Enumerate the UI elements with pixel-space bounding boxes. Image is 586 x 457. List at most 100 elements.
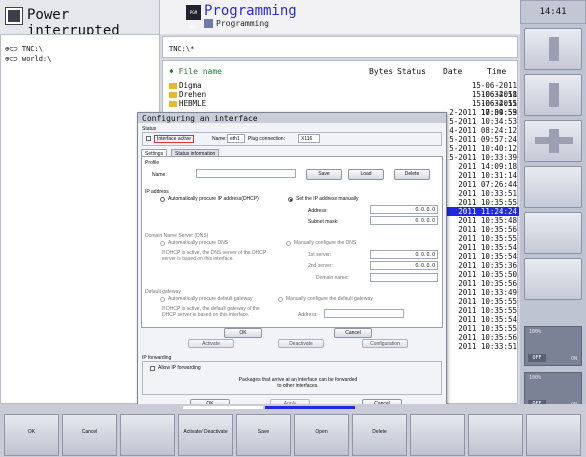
tree-item-label: world:\ <box>21 55 52 63</box>
softkey-bar: OK Cancel Activate/ Deactivate Save Open Dele… <box>0 404 586 457</box>
axis-icon <box>549 129 559 153</box>
gateway-auto-label: Automatically procure default gateway <box>168 296 253 302</box>
folder-icon <box>169 101 177 107</box>
deactivate-button[interactable]: Deactivate <box>278 339 324 348</box>
softkey-ok[interactable]: OK <box>4 414 59 456</box>
subnet-mask-label: Subnet mask: <box>308 219 339 225</box>
domain-name-field[interactable] <box>370 273 438 282</box>
softkey-row-indicator-2 <box>183 406 263 409</box>
softkey-blank-4[interactable] <box>526 414 581 456</box>
off-label: OFF <box>528 354 546 362</box>
file-row[interactable]: Drehen 15-06-2011 10:34:55 <box>163 90 519 108</box>
file-name-label: HEBMLE <box>179 99 207 108</box>
gateway-manual-radio[interactable] <box>278 297 283 302</box>
dns-server2-field[interactable]: 0. 0. 0. 0 <box>370 261 438 270</box>
file-name: Digma <box>169 81 202 90</box>
side-softkey-1[interactable] <box>524 28 582 70</box>
directory-tree[interactable]: ⊕⊂⊃ TNC:\ ⊕⊂⊃ world:\ <box>0 34 160 404</box>
ip-manual-label: Set the IP address manually <box>296 196 359 202</box>
softkey-blank-3[interactable] <box>468 414 523 456</box>
profile-name-field[interactable] <box>196 169 296 178</box>
allow-ip-forwarding-checkbox[interactable] <box>150 366 155 371</box>
softkey-activate-deactivate[interactable]: Activate/ Deactivate <box>178 414 233 456</box>
ip-forwarding-note: Packages that arrive at an interface can… <box>238 377 358 389</box>
file-datetime: 2011 10:33:51 <box>458 342 517 351</box>
side-softkey-6[interactable] <box>524 258 582 300</box>
ip-auto-radio[interactable] <box>160 197 165 202</box>
dns-server1-field[interactable]: 0. 0. 0. 0 <box>370 250 438 259</box>
file-datetime: 4-2011 08:24:12 <box>449 126 517 135</box>
file-datetime: 2011 10:35:55 <box>458 297 517 306</box>
file-datetime: 2011 14:09:18 <box>458 162 517 171</box>
softkey-delete[interactable]: Delete <box>352 414 407 456</box>
gateway-address-field[interactable] <box>324 309 404 318</box>
column-date[interactable]: Date <box>443 67 462 76</box>
activate-button[interactable]: Activate <box>188 339 234 348</box>
dns-auto-radio[interactable] <box>160 241 165 246</box>
domain-label: Domain name: <box>316 275 349 281</box>
file-row[interactable]: HEBMLE 15-06-2011 10:34:53 <box>163 99 519 117</box>
file-datetime: 2011 10:35:54 <box>458 315 517 324</box>
profile-load-button[interactable]: Load <box>348 169 384 180</box>
subnet-mask-field[interactable]: 0. 0. 0. 0 <box>370 216 438 225</box>
tree-item-world[interactable]: ⊕⊂⊃ world:\ <box>5 55 51 63</box>
address-label: Address: <box>308 208 328 214</box>
plug-connection-field[interactable]: X116 <box>298 134 320 143</box>
softkey-open[interactable]: Open <box>294 414 349 456</box>
softkey-cancel[interactable]: Cancel <box>62 414 117 456</box>
axis-icon <box>549 37 559 61</box>
softkey-blank-2[interactable] <box>410 414 465 456</box>
ip-address-field[interactable]: 0. 0. 0. 0 <box>370 205 438 214</box>
spindle-override-switch[interactable]: 100% OFF ON <box>524 326 582 366</box>
file-row[interactable]: Digma 15-06-2011 10:34:58 <box>163 81 519 99</box>
file-datetime: 2011 10:35:56 <box>458 279 517 288</box>
column-time[interactable]: Time <box>487 67 506 76</box>
interface-name-field[interactable]: eth1 <box>227 134 245 143</box>
softkey-save[interactable]: Save <box>236 414 291 456</box>
profile-label: Profile <box>145 160 160 166</box>
server1-label: 1st server: <box>308 252 332 258</box>
machine-mode-icon <box>5 7 23 25</box>
configuration-button[interactable]: Configuration <box>362 339 408 348</box>
side-softkey-5[interactable] <box>524 212 582 254</box>
gateway-auto-radio[interactable] <box>160 297 165 302</box>
column-file-name[interactable]: ♦ File name <box>169 67 222 76</box>
profile-name-label: Name: <box>152 172 167 178</box>
interface-active-label: Interface active <box>154 135 194 143</box>
file-datetime: 2011 10:35:55 <box>458 234 517 243</box>
profile-delete-button[interactable]: Delete <box>394 169 430 180</box>
softkey-blank-1[interactable] <box>120 414 175 456</box>
file-datetime: 2011 10:35:55 <box>458 198 517 207</box>
file-datetime: 5-2011 09:57:24 <box>449 135 517 144</box>
profile-save-button[interactable]: Save <box>306 169 342 180</box>
file-datetime: 2011 10:31:14 <box>458 171 517 180</box>
dns-manual-radio[interactable] <box>286 241 291 246</box>
file-datetime: 2011 10:35:48 <box>458 216 517 225</box>
plug-label: Plug connection: <box>248 136 285 142</box>
ip-manual-radio[interactable] <box>288 197 293 202</box>
folder-icon <box>169 92 177 98</box>
side-softkey-3[interactable] <box>524 120 582 162</box>
file-datetime: 2011 10:35:56 <box>458 225 517 234</box>
gateway-note: If DHCP is active, the default gateway o… <box>162 306 260 318</box>
file-datetime: 2011 10:35:36 <box>458 261 517 270</box>
column-bytes[interactable]: Bytes <box>369 67 393 76</box>
side-softkey-4[interactable] <box>524 166 582 208</box>
gateway-label: Default gateway <box>145 289 181 295</box>
program-subtitle: Programming <box>216 19 269 28</box>
file-name-label: Digma <box>179 81 202 90</box>
file-datetime: 2-2011 17:09:59 <box>449 108 517 117</box>
drive-icon: ⊕⊂⊃ <box>5 55 22 63</box>
inner-cancel-button[interactable]: Cancel <box>334 328 372 338</box>
column-status[interactable]: Status <box>397 67 426 76</box>
axis-icon <box>549 83 559 107</box>
interface-active-checkbox[interactable] <box>146 136 151 141</box>
override-label: 100% <box>529 329 542 335</box>
inner-ok-button[interactable]: OK <box>224 328 262 338</box>
side-softkey-2[interactable] <box>524 74 582 116</box>
allow-ip-forwarding-label: Allow IP forwarding <box>158 365 201 371</box>
file-name: HEBMLE <box>169 99 206 108</box>
clock: 14:41 <box>520 0 586 24</box>
file-datetime: 5-2011 10:40:12 <box>449 144 517 153</box>
tree-item-tnc[interactable]: ⊕⊂⊃ TNC:\ <box>5 45 43 53</box>
